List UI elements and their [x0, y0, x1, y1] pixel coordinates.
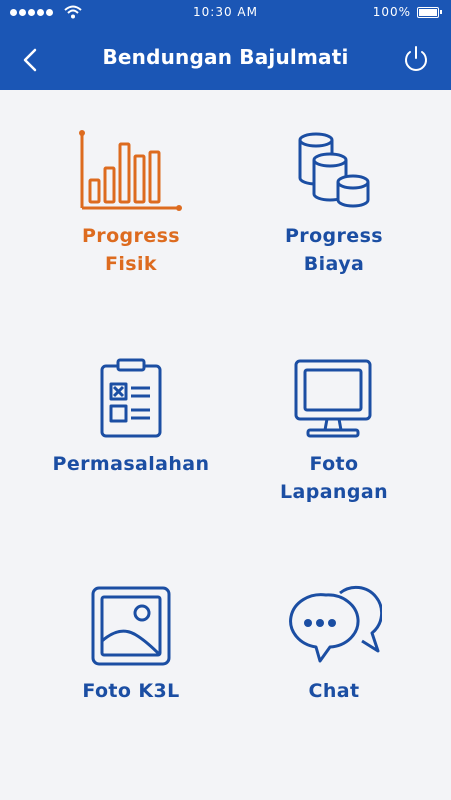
- menu-label: Chat: [308, 680, 360, 702]
- battery-icon: [417, 7, 442, 18]
- menu-foto-k3l[interactable]: Foto K3L: [31, 585, 231, 705]
- menu-foto-lapangan[interactable]: Foto Lapangan: [234, 358, 434, 506]
- menu-label: Permasalahan: [52, 453, 210, 475]
- menu-label: Progress Fisik: [81, 225, 181, 275]
- menu-permasalahan[interactable]: Permasalahan: [31, 358, 231, 478]
- bar-chart-icon: [79, 130, 182, 211]
- monitor-icon: [294, 359, 372, 438]
- power-button[interactable]: [401, 44, 431, 74]
- picture-icon: [91, 586, 171, 666]
- menu-progress-fisik[interactable]: Progress Fisik: [31, 130, 231, 278]
- power-icon: [405, 46, 427, 71]
- clipboard-icon: [100, 358, 162, 438]
- menu-label: Foto K3L: [82, 680, 180, 702]
- menu-label: Foto Lapangan: [279, 453, 389, 503]
- page-title: Bendungan Bajulmati: [102, 45, 349, 69]
- app-header: 10:30 AM 100% Bendungan Bajulmati: [0, 0, 451, 90]
- coins-icon: [298, 132, 370, 208]
- status-bar: 10:30 AM 100%: [0, 0, 451, 26]
- menu-chat[interactable]: Chat: [234, 585, 434, 705]
- menu-progress-biaya[interactable]: Progress Biaya: [234, 130, 434, 278]
- menu-label: Progress Biaya: [284, 225, 384, 275]
- battery-percent: 100%: [372, 5, 411, 19]
- chat-bubbles-icon: [289, 585, 382, 663]
